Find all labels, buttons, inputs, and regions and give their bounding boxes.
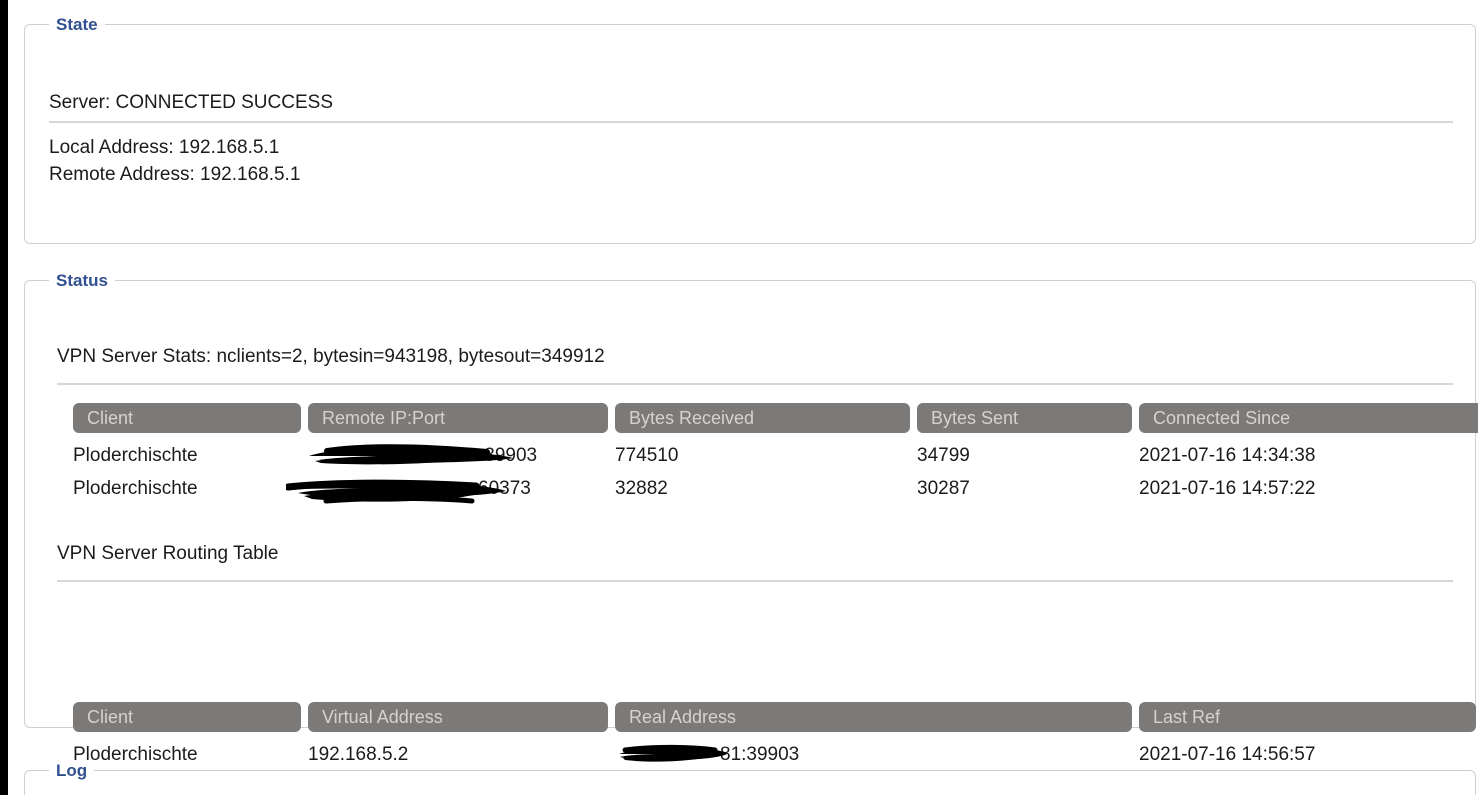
stats-cell-client: Ploderchischte xyxy=(73,478,198,499)
stats-cell-remote-ip-port: 60373 xyxy=(286,472,608,505)
stats-cell-bytes-sent: 34799 xyxy=(917,445,970,466)
remote-address-line: Remote Address: 192.168.5.1 xyxy=(49,164,301,185)
routing-col-virtual-address: Virtual Address xyxy=(308,702,608,732)
stats-cell-bytes-received: 774510 xyxy=(615,445,679,466)
status-divider-bottom xyxy=(57,580,1453,582)
status-panel-legend: Status xyxy=(56,271,108,290)
state-panel: State Server: CONNECTED SUCCESS Local Ad… xyxy=(24,16,1476,244)
state-address-block: Local Address: 192.168.5.1 Remote Addres… xyxy=(49,134,300,188)
log-panel: Log xyxy=(24,762,1476,795)
state-divider xyxy=(49,121,1453,123)
stats-col-client: Client xyxy=(73,403,301,433)
log-panel-legend: Log xyxy=(56,761,88,780)
stats-col-bytes-received: Bytes Received xyxy=(615,403,910,433)
stats-cell-connected-since: 2021-07-16 14:57:22 xyxy=(1139,478,1316,499)
routing-col-real-address: Real Address xyxy=(615,702,1132,732)
table-row: Ploderchischte :39903 774510 34799 2021-… xyxy=(73,439,1469,472)
vpn-server-stats-line: VPN Server Stats: nclients=2, bytesin=94… xyxy=(57,346,605,367)
stats-table-body: Ploderchischte :39903 774510 34799 2021-… xyxy=(73,439,1469,505)
stats-cell-connected-since: 2021-07-16 14:34:38 xyxy=(1139,445,1316,466)
stats-cell-client: Ploderchischte xyxy=(73,445,198,466)
screenshot-root: State Server: CONNECTED SUCCESS Local Ad… xyxy=(0,0,1478,795)
stats-cell-bytes-sent: 30287 xyxy=(917,478,970,499)
stats-cell-bytes-received: 32882 xyxy=(615,478,668,499)
stats-cell-remote-ip-port-text: 60373 xyxy=(478,478,531,499)
table-row: Ploderchischte 60373 32882 30287 2021-07… xyxy=(73,472,1469,505)
stats-col-remote-ip-port: Remote IP:Port xyxy=(308,403,608,433)
state-panel-legend: State xyxy=(56,15,98,34)
vpn-client-stats-table: Client Remote IP:Port Bytes Received Byt… xyxy=(73,403,1478,505)
status-divider-top xyxy=(57,383,1453,385)
page-content: State Server: CONNECTED SUCCESS Local Ad… xyxy=(8,0,1478,795)
routing-table-header-row: Client Virtual Address Real Address Last… xyxy=(73,702,1476,732)
local-address-line: Local Address: 192.168.5.1 xyxy=(49,137,280,158)
stats-cell-remote-ip-port-text: :39903 xyxy=(479,445,538,466)
stats-table-header-row: Client Remote IP:Port Bytes Received Byt… xyxy=(73,403,1478,433)
left-edge-strip xyxy=(0,0,8,795)
stats-col-bytes-sent: Bytes Sent xyxy=(917,403,1132,433)
routing-col-last-ref: Last Ref xyxy=(1139,702,1476,732)
stats-col-connected-since: Connected Since xyxy=(1139,403,1478,433)
status-panel: Status VPN Server Stats: nclients=2, byt… xyxy=(24,271,1478,795)
routing-table-title: VPN Server Routing Table xyxy=(57,543,279,564)
stats-cell-remote-ip-port: :39903 xyxy=(308,439,608,472)
routing-col-client: Client xyxy=(73,702,301,732)
server-status-line: Server: CONNECTED SUCCESS xyxy=(49,92,333,113)
